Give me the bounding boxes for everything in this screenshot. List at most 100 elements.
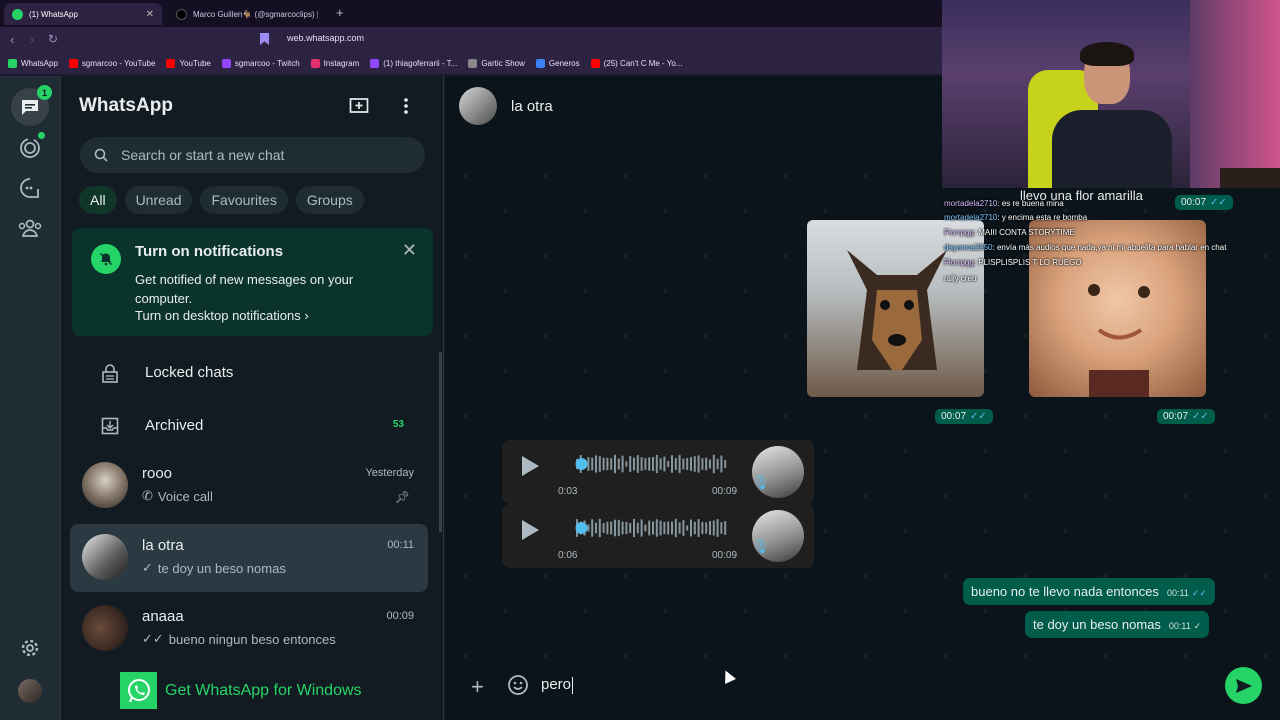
- waveform-bar: [640, 457, 643, 471]
- playback-handle[interactable]: [575, 458, 588, 470]
- close-icon[interactable]: ✕: [402, 240, 417, 261]
- send-button[interactable]: [1225, 667, 1262, 704]
- attach-button[interactable]: +: [471, 674, 484, 700]
- waveform-bar: [663, 521, 666, 535]
- audio-waveform[interactable]: [568, 516, 728, 540]
- message-time: 00:11: [1168, 621, 1191, 631]
- bookmark-label: Instagram: [323, 58, 360, 68]
- status-icon: [20, 138, 40, 158]
- enable-notifications-link[interactable]: Turn on desktop notifications ›: [135, 308, 309, 323]
- message-text: te doy un beso nomas: [1033, 617, 1161, 632]
- bookmark-item[interactable]: sgmarcoo - Twitch: [221, 58, 300, 68]
- chat-list-scrollbar[interactable]: [439, 352, 442, 532]
- bookmark-item[interactable]: Gartic Show: [468, 58, 525, 68]
- waveform-bar: [701, 521, 704, 535]
- tab-close-icon[interactable]: ✕: [146, 9, 154, 20]
- waveform-bar: [724, 460, 727, 468]
- chat-preview: ✓ te doy un beso nomas: [142, 560, 286, 576]
- back-icon[interactable]: ‹: [10, 32, 14, 47]
- webcam-background: [1190, 0, 1280, 188]
- channels-nav-button[interactable]: [16, 174, 44, 202]
- archived-row[interactable]: Archived 53: [61, 411, 444, 441]
- tab-title: (1) WhatsApp: [29, 9, 78, 19]
- message-meta: 00:07 ✓✓: [935, 409, 993, 424]
- bookmark-favicon-icon: [221, 58, 231, 68]
- playback-handle[interactable]: [575, 522, 588, 534]
- search-bar[interactable]: [80, 137, 425, 173]
- bookmark-item[interactable]: WhatsApp: [8, 58, 58, 68]
- waveform-bar: [655, 454, 658, 474]
- search-input[interactable]: [121, 147, 391, 163]
- message-input[interactable]: pero: [541, 676, 574, 694]
- waveform-bar: [629, 456, 632, 472]
- bookmark-favicon-icon: [68, 58, 78, 68]
- locked-chats-label: Locked chats: [145, 364, 234, 381]
- chat-time: Yesterday: [365, 467, 414, 479]
- chat-text: : envía más audios que nada,ya ni mi abu…: [992, 243, 1227, 252]
- channels-icon: [20, 178, 39, 198]
- chat-row-anaaa[interactable]: anaaa 00:09 ✓✓ bueno ningun beso entonces: [70, 595, 428, 663]
- contact-name[interactable]: la otra: [511, 98, 553, 115]
- lock-icon: [102, 364, 118, 383]
- status-nav-button[interactable]: [16, 132, 45, 162]
- single-tick-icon: ✓: [1193, 621, 1202, 631]
- filter-groups[interactable]: Groups: [295, 186, 364, 214]
- play-icon[interactable]: [522, 520, 539, 540]
- sent-message[interactable]: bueno no te llevo nada entonces 00:11 ✓✓: [963, 578, 1215, 605]
- tab-tiktok[interactable]: Marco Guillen🐐 (@sgmarcoclips) |: [168, 3, 318, 25]
- filter-all[interactable]: All: [79, 186, 117, 214]
- tab-title: Marco Guillen🐐 (@sgmarcoclips) |: [193, 9, 318, 19]
- waveform-bar: [667, 461, 670, 467]
- chat-time: 00:09: [386, 610, 414, 622]
- sent-message[interactable]: te doy un beso nomas 00:11 ✓: [1025, 611, 1210, 638]
- bookmark-item[interactable]: sgmarcoo - YouTube: [68, 58, 156, 68]
- bookmark-label: sgmarcoo - YouTube: [81, 58, 156, 68]
- waveform-bar: [720, 455, 723, 473]
- bookmark-item[interactable]: YouTube: [166, 58, 211, 68]
- read-ticks-icon: ✓✓: [1192, 411, 1209, 422]
- waveform-bar: [663, 456, 666, 472]
- waveform-bar: [636, 522, 639, 534]
- chats-nav-button[interactable]: 1: [11, 85, 52, 126]
- tab-whatsapp[interactable]: (1) WhatsApp ✕: [4, 3, 162, 25]
- pin-icon: 📌︎: [394, 490, 410, 504]
- preview-text: Voice call: [157, 488, 213, 504]
- bookmark-icon[interactable]: [260, 33, 269, 45]
- bookmark-item[interactable]: Instagram: [310, 58, 360, 68]
- waveform-bar: [625, 521, 628, 535]
- communities-nav-button[interactable]: [16, 214, 44, 242]
- bookmark-item[interactable]: (1) thiagoferrarii - T...: [370, 58, 458, 68]
- bookmark-label: (1) thiagoferrarii - T...: [383, 58, 458, 68]
- chat-row-rooo[interactable]: rooo Yesterday ✆ Voice call 📌︎: [70, 452, 428, 520]
- get-windows-label: Get WhatsApp for Windows: [165, 681, 362, 699]
- profile-avatar[interactable]: [18, 679, 42, 703]
- message-meta: 00:11 ✓: [1169, 621, 1201, 632]
- menu-button[interactable]: [394, 94, 418, 118]
- bookmark-favicon-icon: [8, 58, 17, 68]
- filter-unread[interactable]: Unread: [124, 186, 193, 214]
- chat-username: Florrpgg: [944, 258, 974, 267]
- locked-chats-row[interactable]: Locked chats: [61, 358, 444, 388]
- contact-avatar[interactable]: [459, 87, 497, 125]
- bookmark-favicon-icon: [590, 58, 600, 68]
- chat-name: anaaa: [142, 608, 184, 625]
- chat-row-la-otra[interactable]: la otra 00:11 ✓ te doy un beso nomas: [70, 524, 428, 592]
- bookmark-item[interactable]: (25) Can't C Me - Yo...: [590, 58, 683, 68]
- waveform-bar: [602, 523, 605, 533]
- waveform-bar: [655, 519, 658, 537]
- reload-icon[interactable]: ↻: [48, 32, 58, 46]
- new-chat-button[interactable]: [347, 94, 371, 118]
- message-time: 00:07: [941, 411, 967, 422]
- url-text[interactable]: web.whatsapp.com: [287, 33, 364, 43]
- waveform-bar: [693, 521, 696, 535]
- bookmark-item[interactable]: Generos: [535, 58, 580, 68]
- microphone-icon: 🎙︎: [752, 538, 770, 554]
- audio-waveform[interactable]: [568, 452, 728, 476]
- play-icon[interactable]: [522, 456, 539, 476]
- settings-nav-button[interactable]: [16, 634, 44, 662]
- emoji-sticker-icon[interactable]: [507, 674, 529, 696]
- new-tab-button[interactable]: +: [336, 5, 344, 20]
- forward-icon[interactable]: ›: [30, 32, 34, 47]
- get-whatsapp-windows-link[interactable]: Get WhatsApp for Windows: [120, 672, 362, 709]
- filter-favourites[interactable]: Favourites: [200, 186, 288, 214]
